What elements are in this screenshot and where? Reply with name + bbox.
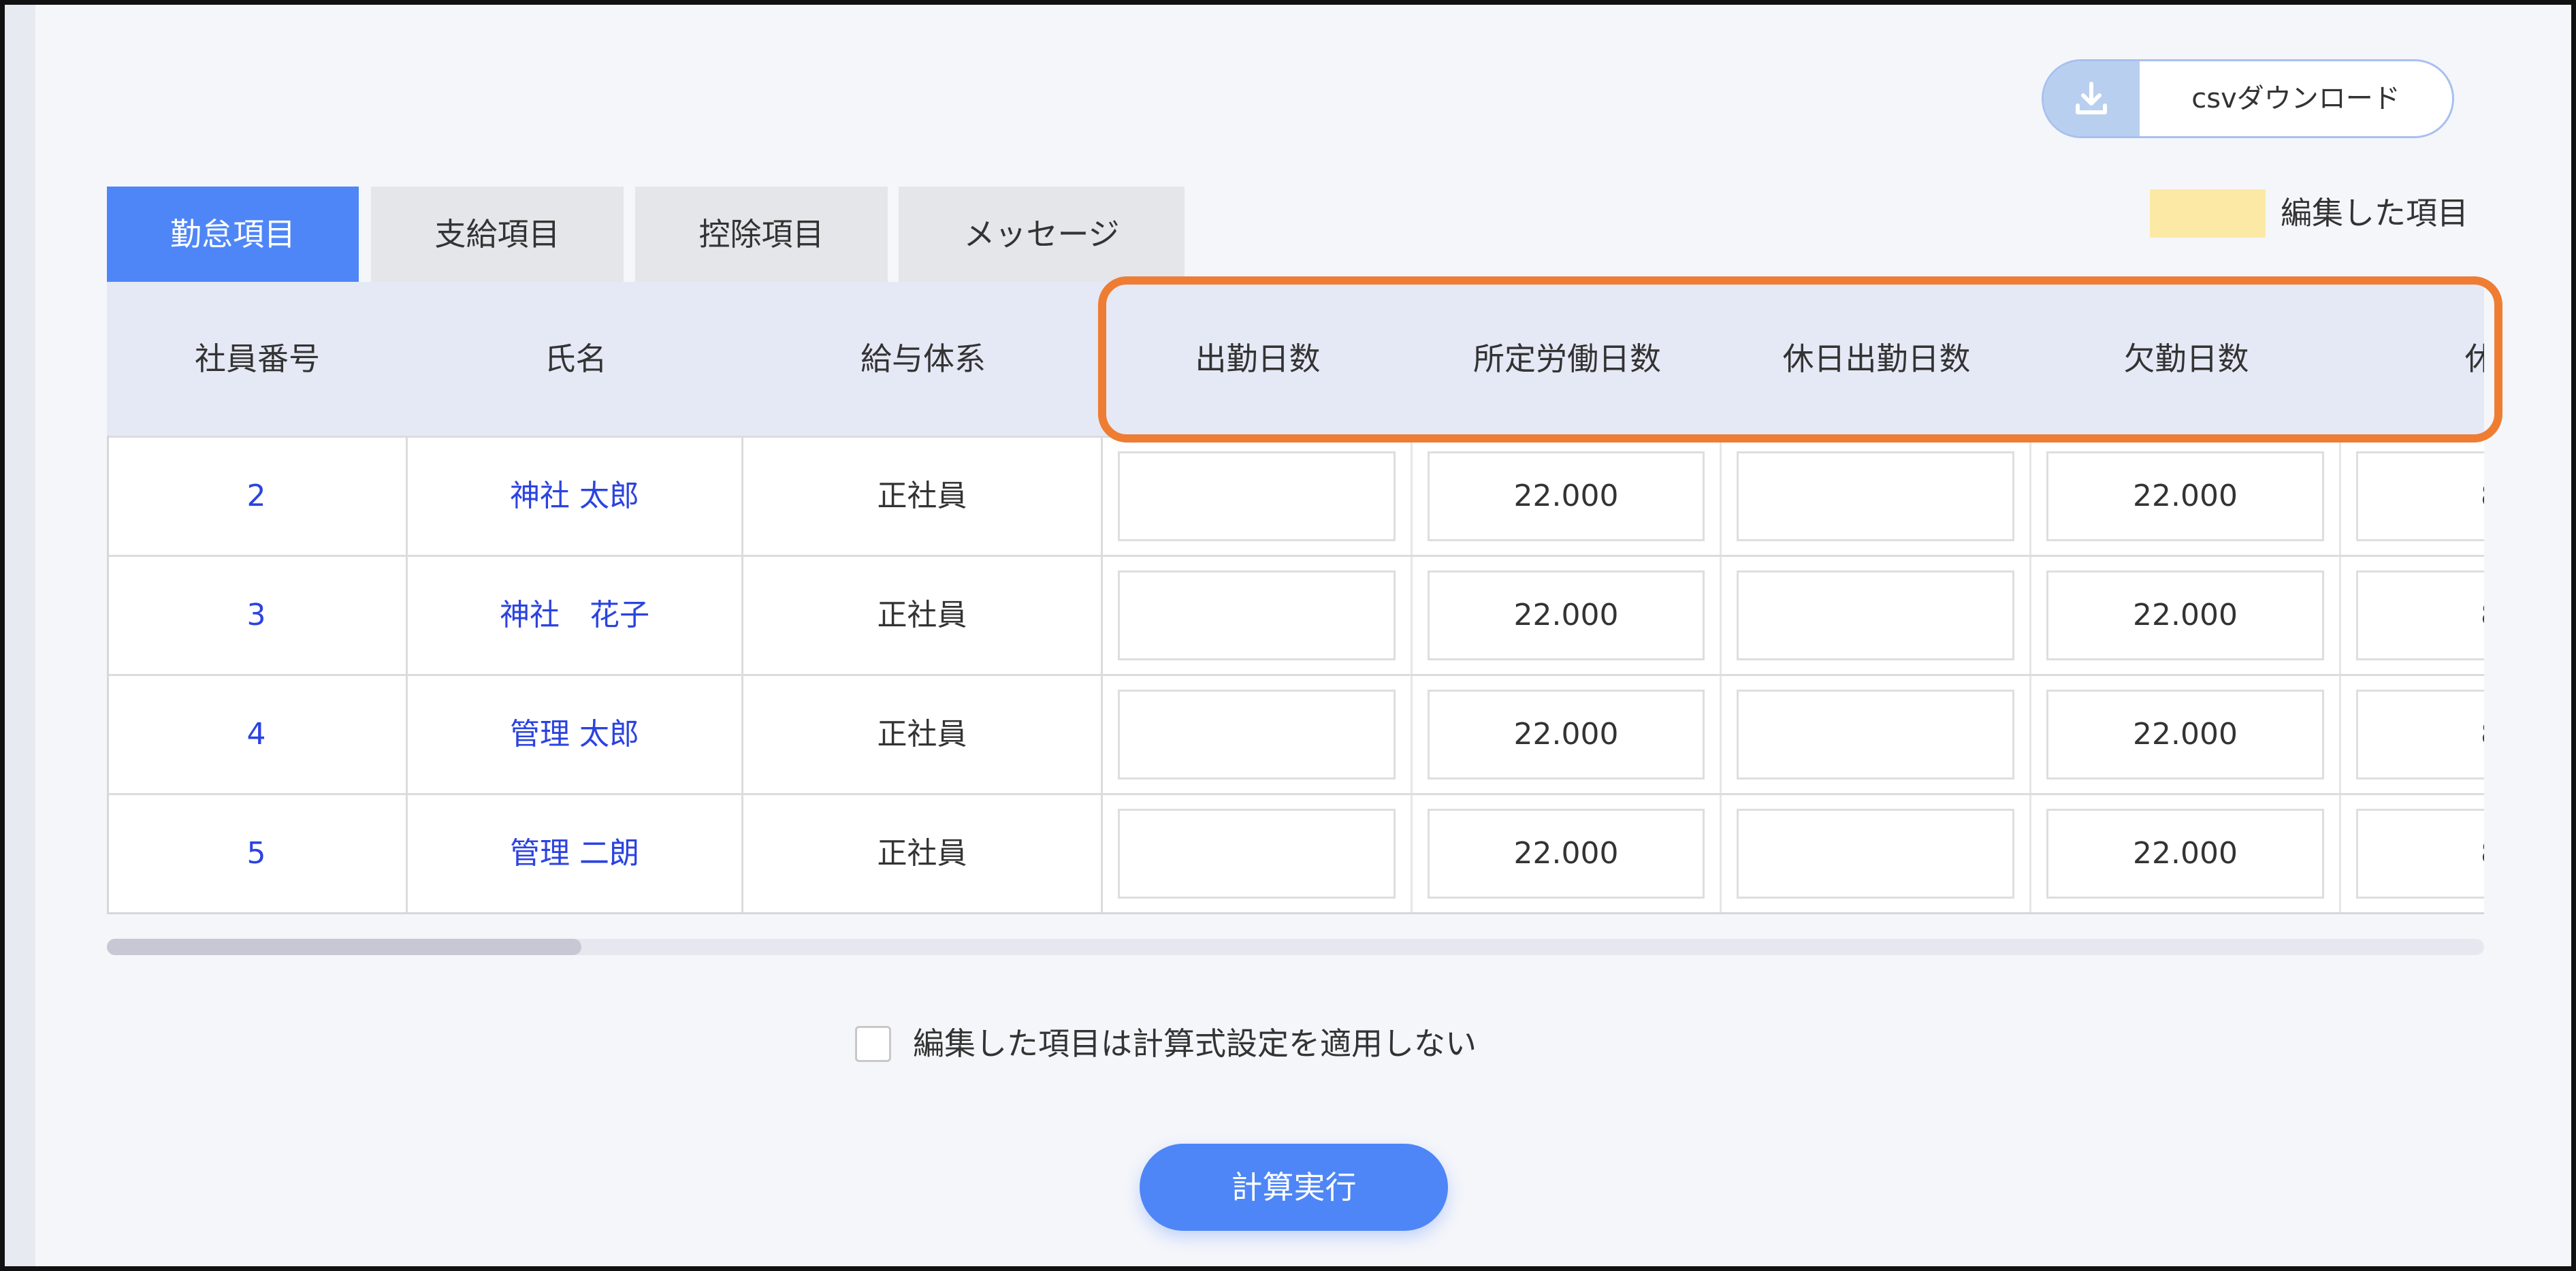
holiday-input[interactable]: 8.	[2356, 570, 2484, 660]
scheduled-days-cell: 22.000	[1413, 438, 1722, 555]
scheduled-days-input[interactable]: 22.000	[1428, 809, 1705, 899]
salary-type-cell: 正社員	[743, 795, 1103, 912]
scheduled-days-cell: 22.000	[1413, 795, 1722, 912]
holiday-work-days-cell	[1722, 557, 2031, 674]
holiday-cell: 8.	[2341, 795, 2484, 912]
work-days-input[interactable]	[1118, 690, 1396, 779]
holiday-cell: 8.	[2341, 676, 2484, 793]
salary-type-cell: 正社員	[743, 676, 1103, 793]
holiday-work-days-input[interactable]	[1737, 451, 2014, 541]
header-salary-type: 給与体系	[860, 340, 986, 377]
edited-legend-label: 編集した項目	[2281, 195, 2468, 231]
employee-name-link[interactable]: 管理 二朗	[408, 795, 743, 912]
absence-days-cell: 22.000	[2031, 557, 2341, 674]
calculate-button[interactable]: 計算実行	[1140, 1144, 1448, 1231]
holiday-work-days-input[interactable]	[1737, 809, 2014, 899]
holiday-input[interactable]: 8.	[2356, 451, 2484, 541]
holiday-work-days-cell	[1722, 676, 2031, 793]
table-header: 社員番号 氏名 給与体系 出勤日数 所定労働日数 休日出勤日数 欠勤日数 休日	[107, 282, 2484, 436]
download-icon	[2044, 61, 2140, 136]
work-days-cell	[1103, 795, 1413, 912]
holiday-cell: 8.	[2341, 557, 2484, 674]
horizontal-scrollbar-thumb[interactable]	[107, 939, 581, 955]
scheduled-days-cell: 22.000	[1413, 676, 1722, 793]
absence-days-input[interactable]: 22.000	[2046, 451, 2324, 541]
header-holiday-work-days: 休日出勤日数	[1782, 340, 1971, 377]
attendance-table: 社員番号 氏名 給与体系 出勤日数 所定労働日数 休日出勤日数 欠勤日数 休日 …	[107, 282, 2484, 914]
table-row: 3 神社 花子 正社員 22.000 22.000 8.	[107, 555, 2484, 674]
holiday-work-days-cell	[1722, 795, 2031, 912]
holiday-input[interactable]: 8.	[2356, 809, 2484, 899]
salary-type-cell: 正社員	[743, 438, 1103, 555]
header-holiday: 休日	[2464, 340, 2485, 377]
left-rail	[5, 5, 35, 1266]
scheduled-days-input[interactable]: 22.000	[1428, 690, 1705, 779]
work-days-cell	[1103, 676, 1413, 793]
scheduled-days-cell: 22.000	[1413, 557, 1722, 674]
absence-days-input[interactable]: 22.000	[2046, 690, 2324, 779]
header-employee-id: 社員番号	[195, 340, 320, 377]
employee-id-link[interactable]: 2	[107, 438, 408, 555]
tab-deductions[interactable]: 控除項目	[635, 187, 888, 282]
employee-id-link[interactable]: 5	[107, 795, 408, 912]
table-row: 4 管理 太郎 正社員 22.000 22.000 8.	[107, 674, 2484, 793]
employee-id-link[interactable]: 4	[107, 676, 408, 793]
header-work-days: 出勤日数	[1195, 340, 1321, 377]
work-days-input[interactable]	[1118, 809, 1396, 899]
tab-payments[interactable]: 支給項目	[371, 187, 624, 282]
csv-download-button[interactable]: csvダウンロード	[2042, 59, 2454, 138]
tab-attendance[interactable]: 勤怠項目	[107, 187, 359, 282]
edited-legend-swatch	[2150, 189, 2266, 238]
table-row: 5 管理 二朗 正社員 22.000 22.000 8.	[107, 793, 2484, 912]
salary-type-cell: 正社員	[743, 557, 1103, 674]
absence-days-cell: 22.000	[2031, 676, 2341, 793]
holiday-input[interactable]: 8.	[2356, 690, 2484, 779]
header-absence-days: 欠勤日数	[2123, 340, 2249, 377]
csv-download-label: csvダウンロード	[2191, 83, 2400, 114]
employee-id-link[interactable]: 3	[107, 557, 408, 674]
employee-name-link[interactable]: 神社 太郎	[408, 438, 743, 555]
no-formula-label[interactable]: 編集した項目は計算式設定を適用しない	[913, 1023, 1477, 1065]
absence-days-cell: 22.000	[2031, 795, 2341, 912]
employee-name-link[interactable]: 管理 太郎	[408, 676, 743, 793]
holiday-work-days-cell	[1722, 438, 2031, 555]
work-days-input[interactable]	[1118, 570, 1396, 660]
scheduled-days-input[interactable]: 22.000	[1428, 570, 1705, 660]
absence-days-input[interactable]: 22.000	[2046, 809, 2324, 899]
holiday-work-days-input[interactable]	[1737, 570, 2014, 660]
holiday-cell: 8.	[2341, 438, 2484, 555]
tab-message[interactable]: メッセージ	[899, 187, 1185, 282]
header-name: 氏名	[544, 340, 607, 377]
work-days-input[interactable]	[1118, 451, 1396, 541]
holiday-work-days-input[interactable]	[1737, 690, 2014, 779]
no-formula-checkbox[interactable]	[855, 1026, 891, 1062]
work-days-cell	[1103, 557, 1413, 674]
scheduled-days-input[interactable]: 22.000	[1428, 451, 1705, 541]
work-days-cell	[1103, 438, 1413, 555]
header-scheduled-days: 所定労働日数	[1473, 340, 1661, 377]
employee-name-link[interactable]: 神社 花子	[408, 557, 743, 674]
absence-days-input[interactable]: 22.000	[2046, 570, 2324, 660]
table-row: 2 神社 太郎 正社員 22.000 22.000 8.	[107, 436, 2484, 555]
absence-days-cell: 22.000	[2031, 438, 2341, 555]
